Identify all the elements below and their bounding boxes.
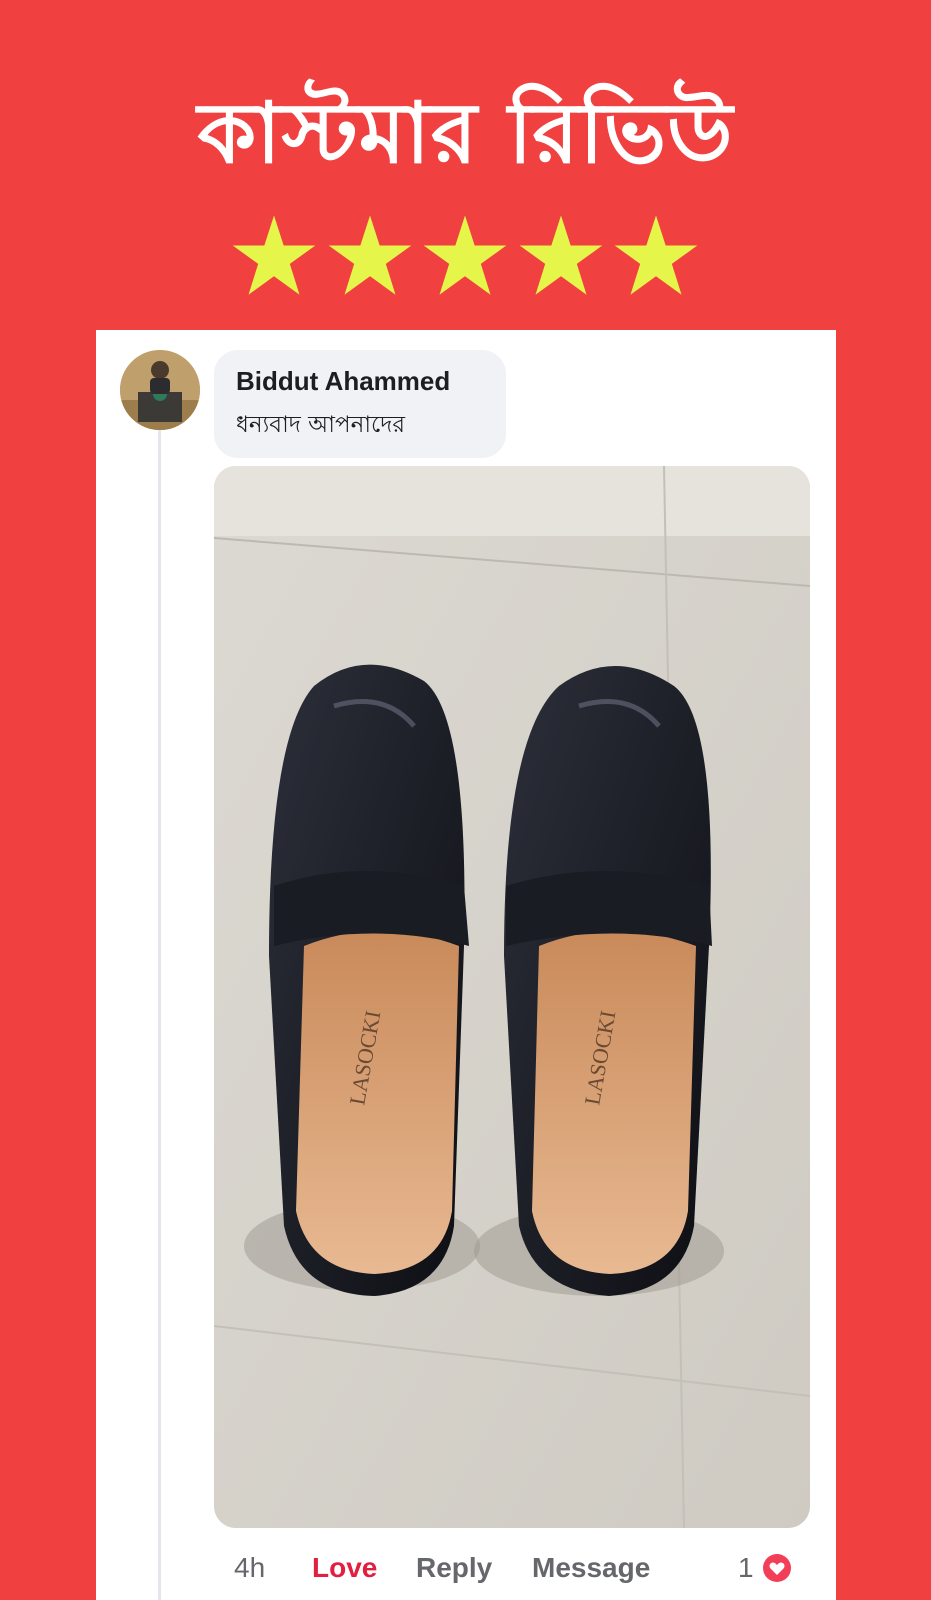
rating-stars bbox=[230, 212, 700, 302]
banner-title: কাস্টমার রিভিউ bbox=[197, 84, 734, 182]
star-icon bbox=[230, 212, 318, 300]
comment-text: ধন্যবাদ আপনাদের bbox=[236, 412, 405, 438]
star-icon bbox=[612, 212, 700, 300]
star-icon bbox=[421, 212, 509, 300]
heart-icon[interactable] bbox=[762, 1553, 792, 1583]
thread-line bbox=[158, 430, 161, 1600]
comment-timestamp[interactable]: 4h bbox=[234, 1548, 265, 1588]
reply-button[interactable]: Reply bbox=[416, 1548, 492, 1588]
star-icon bbox=[326, 212, 414, 300]
message-button[interactable]: Message bbox=[532, 1548, 650, 1588]
star-icon bbox=[517, 212, 605, 300]
reaction-count[interactable]: 1 bbox=[738, 1548, 754, 1588]
comment-actions: 4h Love Reply Message 1 bbox=[234, 1548, 794, 1588]
comment-card: Biddut Ahammed ধন্যবাদ আপনাদের LASOCKI L… bbox=[96, 330, 836, 1600]
comment-photo[interactable]: LASOCKI LASOCKI bbox=[214, 466, 810, 1528]
user-avatar[interactable] bbox=[120, 350, 200, 430]
love-button[interactable]: Love bbox=[312, 1548, 377, 1588]
comment-author[interactable]: Biddut Ahammed bbox=[236, 366, 450, 397]
comment-bubble: Biddut Ahammed ধন্যবাদ আপনাদের bbox=[214, 350, 506, 458]
